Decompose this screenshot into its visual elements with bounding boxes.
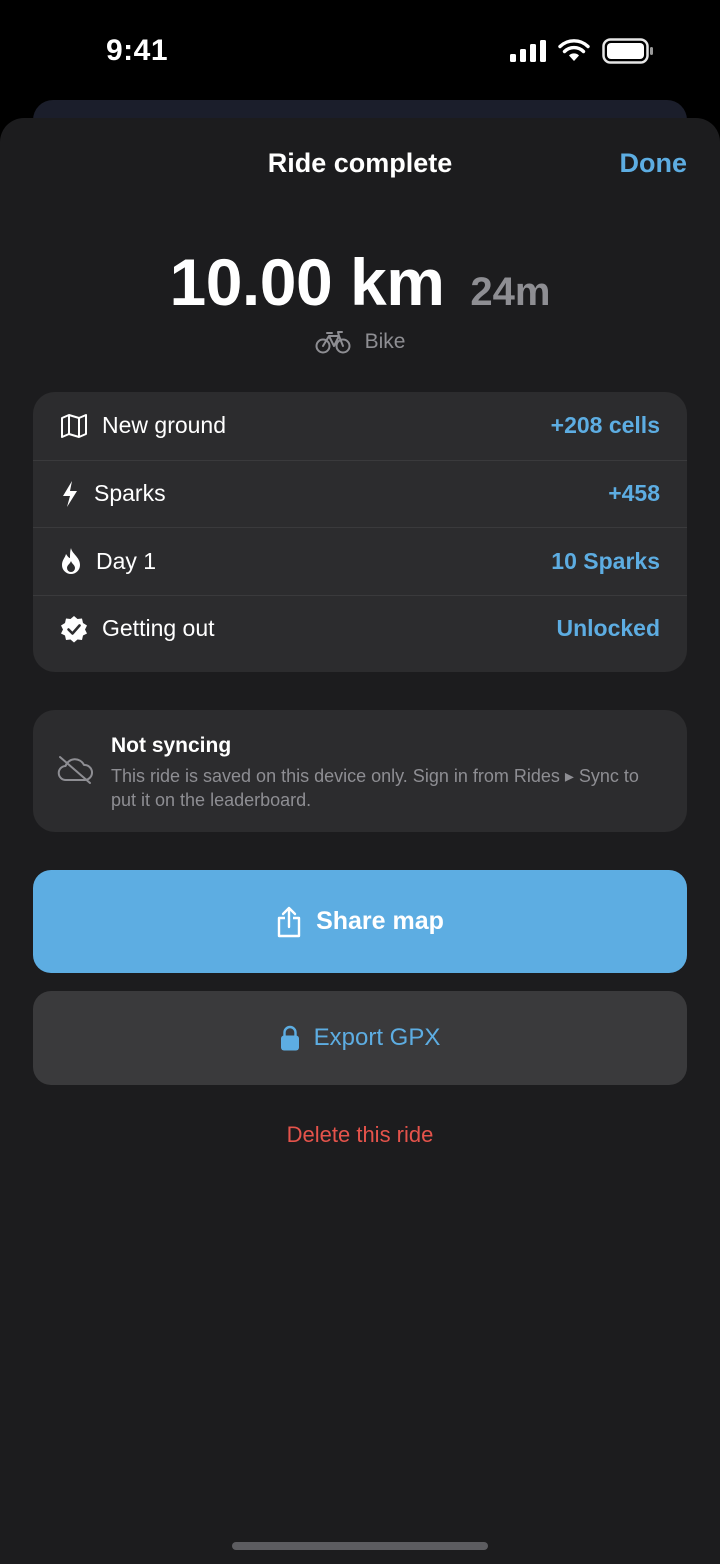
sync-notice-card: Not syncing This ride is saved on this d… — [33, 710, 687, 832]
share-map-label: Share map — [316, 907, 444, 935]
stat-row-day-streak: Day 1 10 Sparks — [33, 527, 687, 595]
share-icon — [277, 906, 301, 937]
status-time: 9:41 — [106, 34, 169, 67]
ride-mode: Bike — [0, 330, 720, 354]
stat-label: Day 1 — [96, 547, 157, 574]
sync-notice-body: This ride is saved on this device only. … — [111, 766, 639, 810]
stat-row-sparks: Sparks +458 — [33, 459, 687, 528]
ride-duration: 24m — [470, 270, 551, 314]
stat-value: Unlocked — [556, 615, 660, 642]
export-gpx-label: Export GPX — [313, 1024, 441, 1051]
ride-distance: 10.00 km — [169, 245, 445, 319]
stat-value: +208 cells — [550, 412, 660, 439]
done-button[interactable]: Done — [620, 148, 688, 179]
stat-label: Sparks — [94, 480, 166, 507]
ride-mode-label: Bike — [364, 330, 406, 353]
sync-notice-title: Not syncing — [111, 734, 232, 757]
battery-icon — [602, 38, 653, 64]
stat-row-new-ground: New ground +208 cells — [33, 392, 687, 460]
bolt-icon — [60, 480, 80, 508]
bike-icon — [315, 331, 351, 354]
stat-value: +458 — [608, 480, 660, 507]
stat-row-achievement: Getting out Unlocked — [33, 594, 687, 663]
map-icon — [60, 412, 88, 440]
cellular-signal-icon — [510, 40, 546, 62]
home-indicator — [232, 1542, 488, 1550]
ride-stats-card: New ground +208 cells Sparks +458 Day 1 … — [33, 392, 687, 672]
delete-ride-button[interactable]: Delete this ride — [0, 1122, 720, 1148]
stat-value: 10 Sparks — [551, 547, 660, 574]
stat-label: New ground — [102, 412, 227, 439]
flame-icon — [60, 547, 82, 575]
lock-icon — [280, 1025, 299, 1051]
share-map-button[interactable]: Share map — [33, 870, 687, 973]
stat-label: Getting out — [102, 615, 215, 642]
export-gpx-button[interactable]: Export GPX — [33, 991, 687, 1085]
status-bar: 9:41 — [0, 0, 720, 100]
sheet-title: Ride complete — [267, 148, 453, 178]
verified-badge-icon — [60, 615, 88, 643]
ride-summary: 10.00 km 24m — [0, 244, 720, 320]
status-icons — [510, 38, 654, 64]
cloud-off-icon — [57, 754, 93, 786]
wifi-icon — [558, 39, 590, 61]
